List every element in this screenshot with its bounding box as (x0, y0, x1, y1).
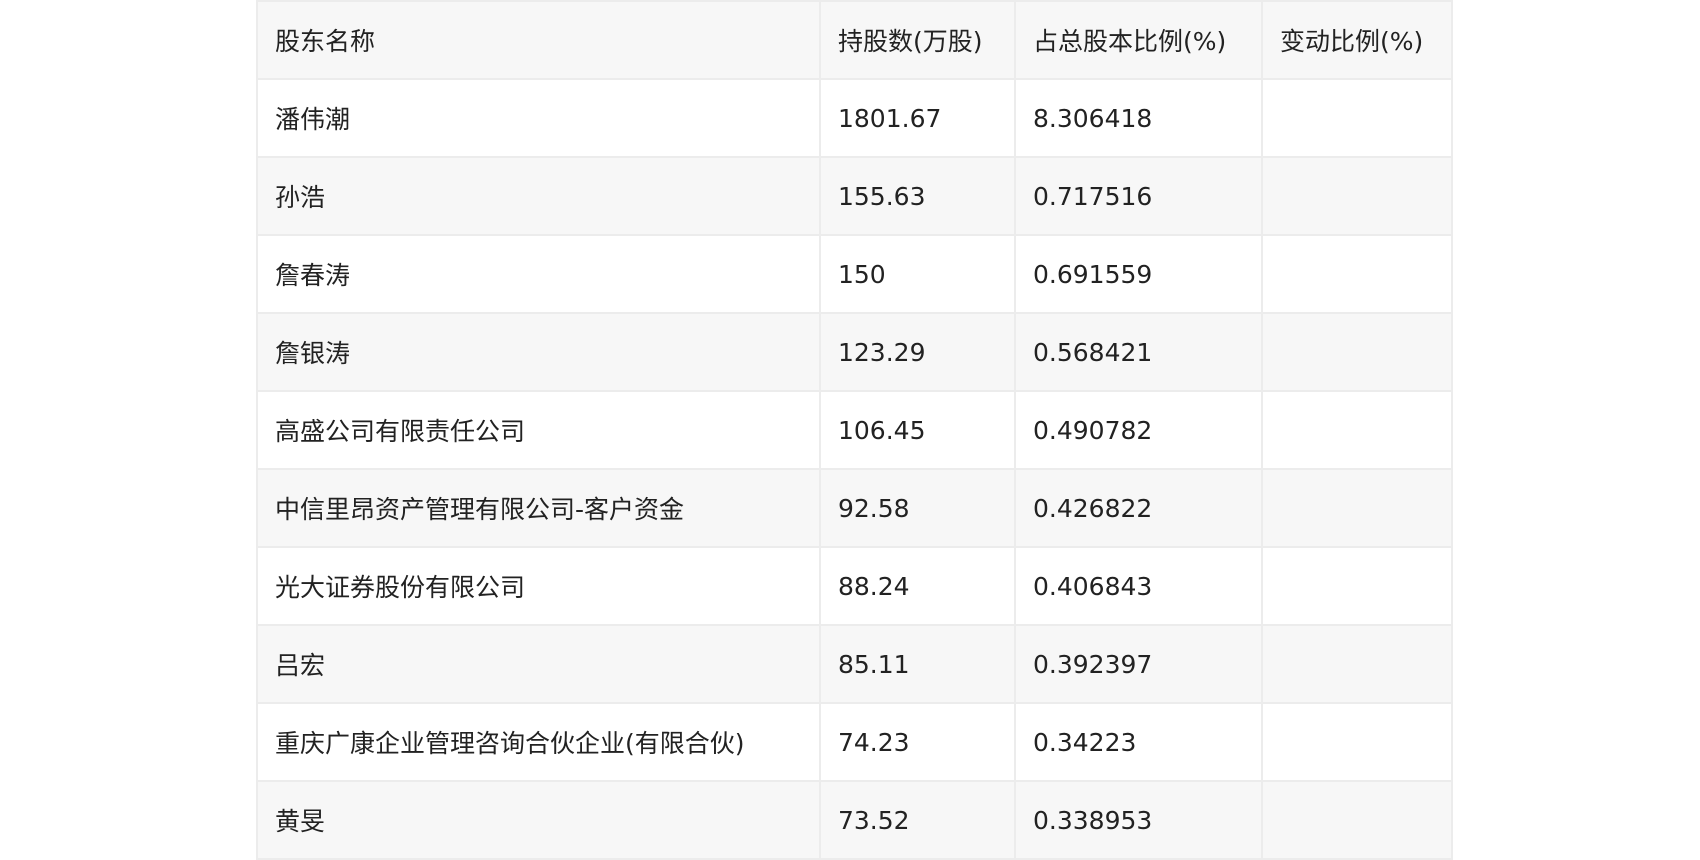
cell-share-ratio: 0.406843 (1014, 546, 1263, 626)
cell-change-ratio (1261, 702, 1453, 782)
cell-change-ratio (1261, 780, 1453, 860)
cell-shares-held: 92.58 (819, 468, 1016, 548)
table-header-row: 股东名称 持股数(万股) 占总股本比例(%) 变动比例(%) (256, 0, 1453, 80)
shareholder-table-wrapper: 股东名称 持股数(万股) 占总股本比例(%) 变动比例(%) 潘伟潮 1801.6… (256, 0, 1453, 860)
cell-shares-held: 74.23 (819, 702, 1016, 782)
cell-share-ratio: 0.34223 (1014, 702, 1263, 782)
table-row: 高盛公司有限责任公司 106.45 0.490782 (256, 390, 1453, 470)
table-row: 詹银涛 123.29 0.568421 (256, 312, 1453, 392)
cell-change-ratio (1261, 624, 1453, 704)
cell-share-ratio: 0.490782 (1014, 390, 1263, 470)
cell-change-ratio (1261, 234, 1453, 314)
cell-shareholder-name: 重庆广康企业管理咨询合伙企业(有限合伙) (256, 702, 821, 782)
table-body: 潘伟潮 1801.67 8.306418 孙浩 155.63 0.717516 詹春涛 150… (256, 78, 1453, 860)
cell-shareholder-name: 中信里昂资产管理有限公司-客户资金 (256, 468, 821, 548)
table-row: 光大证券股份有限公司 88.24 0.406843 (256, 546, 1453, 626)
cell-shares-held: 1801.67 (819, 78, 1016, 158)
header-change-ratio: 变动比例(%) (1261, 0, 1453, 80)
cell-share-ratio: 0.392397 (1014, 624, 1263, 704)
header-shareholder-name: 股东名称 (256, 0, 821, 80)
table-row: 吕宏 85.11 0.392397 (256, 624, 1453, 704)
cell-change-ratio (1261, 390, 1453, 470)
cell-shareholder-name: 詹银涛 (256, 312, 821, 392)
cell-share-ratio: 0.691559 (1014, 234, 1263, 314)
cell-share-ratio: 0.426822 (1014, 468, 1263, 548)
cell-shares-held: 106.45 (819, 390, 1016, 470)
table-row: 黄旻 73.52 0.338953 (256, 780, 1453, 860)
cell-change-ratio (1261, 468, 1453, 548)
cell-shares-held: 123.29 (819, 312, 1016, 392)
cell-shares-held: 150 (819, 234, 1016, 314)
cell-shares-held: 155.63 (819, 156, 1016, 236)
cell-shareholder-name: 吕宏 (256, 624, 821, 704)
shareholder-table: 股东名称 持股数(万股) 占总股本比例(%) 变动比例(%) 潘伟潮 1801.6… (256, 0, 1453, 860)
cell-share-ratio: 0.717516 (1014, 156, 1263, 236)
cell-change-ratio (1261, 156, 1453, 236)
cell-shareholder-name: 潘伟潮 (256, 78, 821, 158)
cell-shareholder-name: 光大证券股份有限公司 (256, 546, 821, 626)
cell-shares-held: 73.52 (819, 780, 1016, 860)
cell-change-ratio (1261, 312, 1453, 392)
cell-share-ratio: 8.306418 (1014, 78, 1263, 158)
cell-shareholder-name: 詹春涛 (256, 234, 821, 314)
cell-shares-held: 85.11 (819, 624, 1016, 704)
table-row: 中信里昂资产管理有限公司-客户资金 92.58 0.426822 (256, 468, 1453, 548)
header-share-ratio: 占总股本比例(%) (1014, 0, 1263, 80)
table-row: 潘伟潮 1801.67 8.306418 (256, 78, 1453, 158)
cell-change-ratio (1261, 78, 1453, 158)
cell-share-ratio: 0.568421 (1014, 312, 1263, 392)
cell-shareholder-name: 高盛公司有限责任公司 (256, 390, 821, 470)
cell-change-ratio (1261, 546, 1453, 626)
cell-share-ratio: 0.338953 (1014, 780, 1263, 860)
table-row: 孙浩 155.63 0.717516 (256, 156, 1453, 236)
table-row: 詹春涛 150 0.691559 (256, 234, 1453, 314)
table-row: 重庆广康企业管理咨询合伙企业(有限合伙) 74.23 0.34223 (256, 702, 1453, 782)
cell-shareholder-name: 孙浩 (256, 156, 821, 236)
cell-shareholder-name: 黄旻 (256, 780, 821, 860)
header-shares-held: 持股数(万股) (819, 0, 1016, 80)
cell-shares-held: 88.24 (819, 546, 1016, 626)
